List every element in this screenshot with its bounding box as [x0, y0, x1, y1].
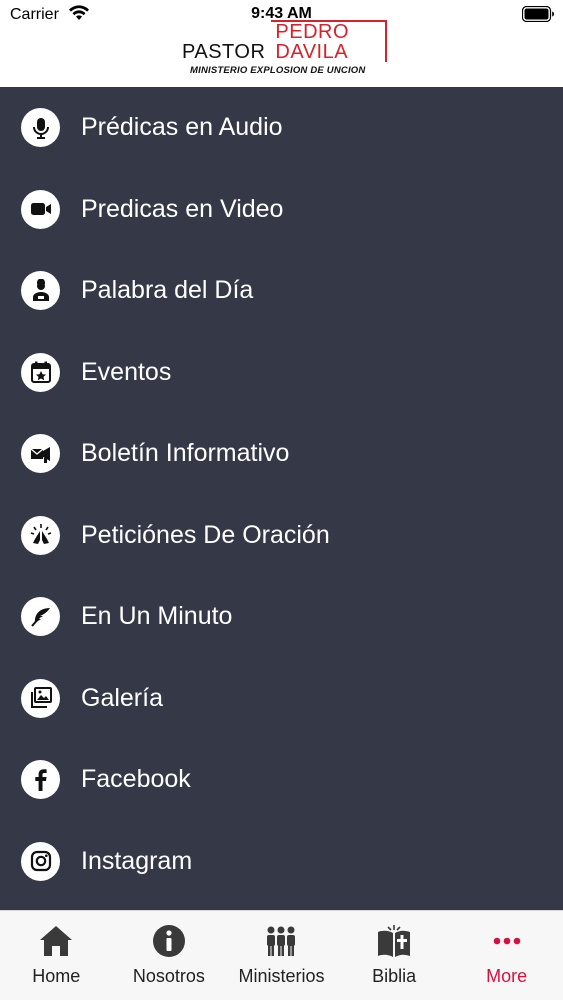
bottom-tab-bar: Home Nosotros Ministerios Biblia More [0, 910, 563, 1000]
feather-icon [21, 597, 60, 637]
newsletter-icon [21, 434, 60, 474]
menu-item-label: Prédicas en Audio [81, 113, 283, 142]
app-header: PASTOR PEDRO DAVILA MINISTERIO EXPLOSION… [0, 20, 563, 87]
menu-item-label: Eventos [81, 357, 172, 386]
menu-item-gallery[interactable]: Galería [0, 658, 563, 740]
menu-item-video-sermons[interactable]: Predicas en Video [0, 169, 563, 251]
tab-label: Nosotros [132, 966, 205, 986]
menu-item-label: Boletín Informativo [81, 439, 290, 468]
more-dots-icon [489, 923, 525, 959]
logo-name-text: PEDRO DAVILA [271, 20, 387, 62]
tab-label: More [486, 966, 528, 986]
tab-biblia[interactable]: Biblia [338, 911, 451, 1000]
gallery-icon [21, 678, 60, 718]
praying-hands-icon [21, 515, 60, 555]
bible-icon [376, 923, 412, 959]
menu-item-label: Palabra del Día [81, 276, 254, 305]
info-icon [151, 923, 187, 959]
menu-item-newsletter[interactable]: Boletín Informativo [0, 413, 563, 495]
menu-item-instagram[interactable]: Instagram [0, 821, 563, 903]
menu-item-word-of-day[interactable]: Palabra del Día [0, 250, 563, 332]
people-group-icon [263, 923, 299, 959]
tab-label: Ministerios [238, 966, 325, 986]
home-icon [38, 923, 74, 959]
tab-label: Biblia [372, 966, 417, 986]
battery-icon [522, 6, 554, 22]
logo-pastor-text: PASTOR [182, 41, 266, 63]
video-camera-icon [21, 189, 60, 229]
tab-ministerios[interactable]: Ministerios [225, 911, 338, 1000]
menu-item-one-minute[interactable]: En Un Minuto [0, 576, 563, 658]
tab-more[interactable]: More [450, 911, 563, 1000]
microphone-icon [21, 108, 60, 148]
menu-item-prayer-requests[interactable]: Peticiónes De Oración [0, 495, 563, 577]
menu-item-label: Peticiónes De Oración [81, 520, 330, 549]
menu-item-events[interactable]: Eventos [0, 332, 563, 414]
menu-item-label: Galería [81, 683, 163, 712]
tab-label: Home [32, 966, 81, 986]
menu-item-label: En Un Minuto [81, 602, 233, 631]
logo-subtitle: MINISTERIO EXPLOSION DE UNCION [190, 65, 366, 76]
menu-item-label: Instagram [81, 846, 193, 875]
tab-nosotros[interactable]: Nosotros [113, 911, 226, 1000]
menu-item-audio-sermons[interactable]: Prédicas en Audio [0, 87, 563, 169]
menu-item-label: Predicas en Video [81, 194, 284, 223]
more-menu-list: Prédicas en Audio Predicas en Video Pala… [0, 87, 563, 910]
menu-item-label: Facebook [81, 765, 191, 794]
preacher-icon [21, 271, 60, 311]
tab-home[interactable]: Home [0, 911, 113, 1000]
ministry-logo[interactable]: PASTOR PEDRO DAVILA MINISTERIO EXPLOSION… [182, 20, 387, 78]
calendar-star-icon [21, 352, 60, 392]
instagram-icon [21, 841, 60, 881]
facebook-icon [21, 760, 60, 800]
menu-item-facebook[interactable]: Facebook [0, 739, 563, 821]
